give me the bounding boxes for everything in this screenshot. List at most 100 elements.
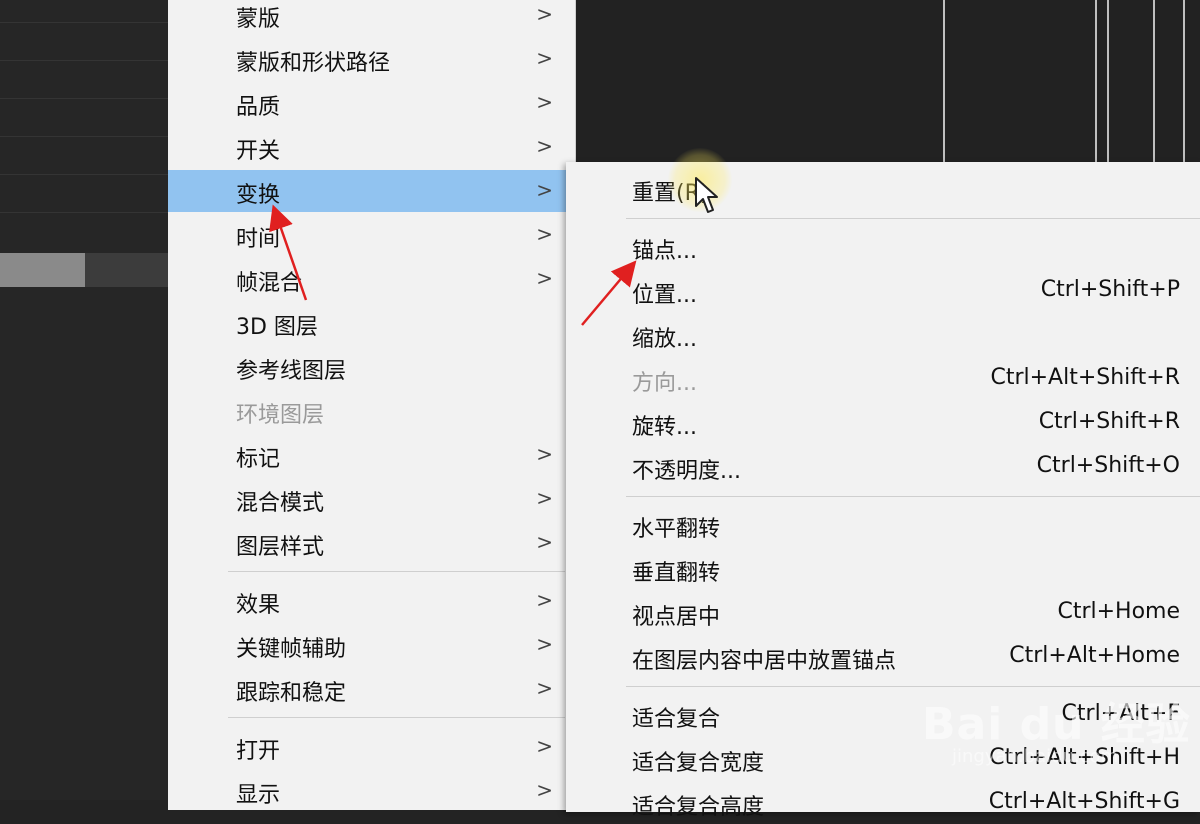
submenu-item-rotation[interactable]: 旋转... Ctrl+Shift+R [566, 402, 1200, 444]
submenu-item-center-in-view[interactable]: 视点居中 Ctrl+Home [566, 592, 1200, 634]
submenu-item-orientation: 方向... Ctrl+Alt+Shift+R [566, 358, 1200, 400]
menu-item-label: 混合模式 [236, 491, 325, 516]
menu-item-effects[interactable]: 效果 > [168, 580, 575, 622]
chevron-right-icon: > [536, 676, 553, 700]
menu-separator [626, 218, 1200, 219]
menu-separator [626, 686, 1200, 687]
menu-item-quality[interactable]: 品质 > [168, 82, 575, 124]
panel-row-divider [0, 212, 168, 213]
chevron-right-icon: > [536, 530, 553, 554]
menu-item-label: 标记 [236, 447, 281, 472]
menu-item-label: 打开 [236, 739, 281, 764]
submenu-item-label: 位置... [632, 283, 697, 308]
menu-item-layer-styles[interactable]: 图层样式 > [168, 522, 575, 564]
submenu-item-fit-to-comp-height[interactable]: 适合复合高度 Ctrl+Alt+Shift+G [566, 782, 1200, 824]
layer-panel-background [0, 0, 168, 800]
menu-item-label: 参考线图层 [236, 359, 347, 384]
keyboard-shortcut: Ctrl+Shift+O [1036, 453, 1180, 478]
menu-item-open[interactable]: 打开 > [168, 726, 575, 768]
keyboard-shortcut: Ctrl+Alt+Home [1009, 643, 1180, 668]
submenu-item-label: 缩放... [632, 327, 697, 352]
submenu-item-anchor-point[interactable]: 锚点... [566, 226, 1200, 268]
timeline-bar[interactable] [0, 253, 85, 287]
chevron-right-icon: > [536, 178, 553, 202]
chevron-right-icon: > [536, 734, 553, 758]
chevron-right-icon: > [536, 46, 553, 70]
guide-line [1095, 0, 1097, 165]
menu-item-label: 品质 [236, 95, 281, 120]
submenu-item-flip-horizontal[interactable]: 水平翻转 [566, 504, 1200, 546]
panel-row-divider [0, 60, 168, 61]
menu-item-time[interactable]: 时间 > [168, 214, 575, 256]
menu-separator [626, 496, 1200, 497]
submenu-item-label: 垂直翻转 [632, 561, 721, 586]
submenu-item-center-anchor-in-layer-content[interactable]: 在图层内容中居中放置锚点 Ctrl+Alt+Home [566, 636, 1200, 678]
submenu-item-reset[interactable]: 重置(R) [566, 168, 1200, 210]
submenu-item-label: 适合复合宽度 [632, 751, 765, 776]
submenu-item-scale[interactable]: 缩放... [566, 314, 1200, 356]
submenu-item-label: 水平翻转 [632, 517, 721, 542]
guide-line [1183, 0, 1185, 165]
guide-line [1107, 0, 1109, 165]
submenu-item-label: 方向... [632, 371, 697, 396]
menu-item-label: 图层样式 [236, 535, 325, 560]
chevron-right-icon: > [536, 266, 553, 290]
chevron-right-icon: > [536, 778, 553, 802]
panel-row-divider [0, 22, 168, 23]
menu-item-label: 关键帧辅助 [236, 637, 347, 662]
baidu-watermark-url: jingyan.baidu.com [952, 746, 1119, 767]
layer-context-menu: 蒙版 > 蒙版和形状路径 > 品质 > 开关 > 变换 > 时间 > 帧混合 >… [168, 0, 576, 810]
submenu-item-label: 旋转... [632, 415, 697, 440]
menu-item-frame-blending[interactable]: 帧混合 > [168, 258, 575, 300]
timeline-bar-track [85, 253, 168, 287]
submenu-item-label: 视点居中 [632, 605, 721, 630]
keyboard-shortcut: Ctrl+Shift+P [1040, 277, 1180, 302]
submenu-item-label: 在图层内容中居中放置锚点 [632, 649, 897, 674]
menu-separator [228, 717, 565, 718]
keyboard-shortcut: Ctrl+Alt+Shift+G [988, 789, 1180, 814]
menu-item-guide-layer[interactable]: 参考线图层 [168, 346, 575, 388]
menu-item-markers[interactable]: 标记 > [168, 434, 575, 476]
menu-item-3d-layer[interactable]: 3D 图层 [168, 302, 575, 344]
chevron-right-icon: > [536, 90, 553, 114]
menu-item-label: 显示 [236, 783, 281, 808]
submenu-item-label: 不透明度... [632, 459, 741, 484]
baidu-watermark-logo: Bai du 经验 [922, 699, 1191, 750]
submenu-item-label: 适合复合 [632, 707, 721, 732]
keyboard-shortcut: Ctrl+Home [1057, 599, 1180, 624]
composition-viewer-background [575, 0, 1200, 165]
submenu-item-position[interactable]: 位置... Ctrl+Shift+P [566, 270, 1200, 312]
menu-item-transform[interactable]: 变换 > [168, 170, 575, 212]
chevron-right-icon: > [536, 222, 553, 246]
chevron-right-icon: > [536, 486, 553, 510]
menu-item-mask-and-shape-path[interactable]: 蒙版和形状路径 > [168, 38, 575, 80]
mouse-pointer-icon [695, 177, 718, 213]
chevron-right-icon: > [536, 632, 553, 656]
menu-item-label: 效果 [236, 593, 281, 618]
menu-item-keyframe-assistant[interactable]: 关键帧辅助 > [168, 624, 575, 666]
menu-item-blending-mode[interactable]: 混合模式 > [168, 478, 575, 520]
menu-item-label: 时间 [236, 227, 281, 252]
guide-line [1153, 0, 1155, 165]
menu-separator [228, 571, 565, 572]
menu-item-label: 环境图层 [236, 403, 325, 428]
menu-item-track-and-stabilize[interactable]: 跟踪和稳定 > [168, 668, 575, 710]
chevron-right-icon: > [536, 588, 553, 612]
menu-item-label: 变换 [236, 183, 281, 208]
submenu-item-flip-vertical[interactable]: 垂直翻转 [566, 548, 1200, 590]
keyboard-shortcut: Ctrl+Alt+Shift+R [990, 365, 1180, 390]
menu-item-switches[interactable]: 开关 > [168, 126, 575, 168]
keyboard-shortcut: Ctrl+Shift+R [1038, 409, 1180, 434]
menu-item-label: 帧混合 [236, 271, 303, 296]
menu-item-label: 开关 [236, 139, 281, 164]
panel-row-divider [0, 136, 168, 137]
panel-row-divider [0, 174, 168, 175]
menu-item-mask[interactable]: 蒙版 > [168, 0, 575, 36]
submenu-item-label: 锚点... [632, 239, 697, 264]
chevron-right-icon: > [536, 134, 553, 158]
menu-item-environment-layer: 环境图层 [168, 390, 575, 432]
submenu-item-label: 适合复合高度 [632, 795, 765, 820]
menu-item-reveal[interactable]: 显示 > [168, 770, 575, 812]
menu-item-label: 跟踪和稳定 [236, 681, 347, 706]
submenu-item-opacity[interactable]: 不透明度... Ctrl+Shift+O [566, 446, 1200, 488]
